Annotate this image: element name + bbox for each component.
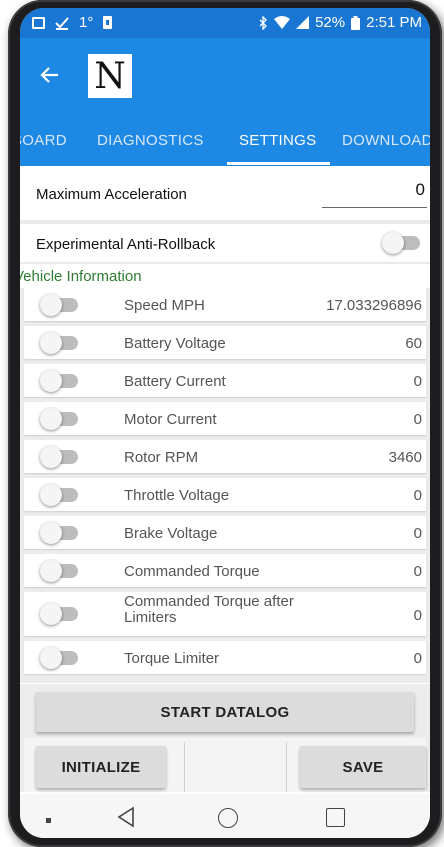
- battery-current-toggle[interactable]: [40, 370, 78, 392]
- rotor-rpm-toggle[interactable]: [40, 446, 78, 468]
- item-name: Commanded Torque: [124, 563, 260, 580]
- app-logo: N: [88, 54, 132, 98]
- list-item: Torque Limiter 0: [24, 641, 426, 674]
- toggle-knob: [40, 560, 62, 582]
- temperature-label: 1°: [79, 14, 94, 31]
- item-name: Battery Voltage: [124, 335, 226, 352]
- tab-board[interactable]: BOARD: [20, 132, 67, 149]
- item-name: Torque Limiter: [124, 650, 220, 667]
- commanded-torque-toggle[interactable]: [40, 560, 78, 582]
- phone-frame: 1° 52% 2:51 PM N OARD DIAGNOSTICS SETTIN…: [8, 0, 442, 847]
- nav-recents-icon[interactable]: [326, 808, 345, 827]
- initialize-button[interactable]: INITIALIZE: [36, 746, 166, 788]
- battery-voltage-toggle[interactable]: [40, 332, 78, 354]
- item-value: 0: [413, 525, 422, 542]
- tab-diagnostics[interactable]: DIAGNOSTICS: [97, 132, 204, 149]
- item-value: 0: [413, 487, 422, 504]
- start-datalog-button[interactable]: START DATALOG: [36, 692, 414, 732]
- list-item: Battery Current 0: [24, 364, 426, 397]
- list-item: Battery Voltage 60: [24, 326, 426, 359]
- tab-download[interactable]: DOWNLOAD: [342, 132, 430, 149]
- list-item: Speed MPH 17.033296896: [24, 288, 426, 321]
- anti-rollback-label: Experimental Anti-Rollback: [36, 236, 216, 253]
- item-name: Speed MPH: [124, 297, 205, 314]
- arrow-left-icon: [40, 67, 58, 83]
- list-item: Motor Current 0: [24, 402, 426, 435]
- app-bar: N: [20, 38, 430, 116]
- speed-mph-toggle[interactable]: [40, 294, 78, 316]
- item-value: 0: [413, 563, 422, 580]
- item-value: 0: [413, 411, 422, 428]
- item-name: Brake Voltage: [124, 525, 218, 542]
- item-name: Throttle Voltage: [124, 487, 230, 504]
- max-acceleration-label: Maximum Acceleration: [36, 186, 187, 203]
- tab-bar: BOARD DIAGNOSTICS SETTINGS DOWNLOAD: [20, 116, 430, 166]
- divider: [286, 742, 287, 792]
- back-button[interactable]: [38, 60, 68, 90]
- vehicle-info-list: Speed MPH 17.033296896 Battery Voltage 6…: [20, 288, 430, 683]
- list-item: Commanded Torque after Limiters 0: [24, 592, 426, 636]
- item-name: Rotor RPM: [124, 449, 199, 466]
- item-value: 0: [413, 650, 422, 667]
- item-name: Battery Current: [124, 373, 226, 390]
- toggle-knob: [40, 294, 62, 316]
- battery-notification-icon: [103, 16, 113, 29]
- active-tab-indicator: [227, 162, 330, 165]
- max-acceleration-row: Maximum Acceleration 0: [20, 168, 430, 220]
- item-value: 17.033296896: [326, 297, 422, 314]
- list-item: Throttle Voltage 0: [24, 478, 426, 511]
- nav-dot-icon: [46, 818, 51, 823]
- bluetooth-icon: [259, 15, 268, 30]
- motor-current-toggle[interactable]: [40, 408, 78, 430]
- cell-signal-icon: [296, 16, 310, 29]
- tab-settings[interactable]: SETTINGS: [239, 132, 316, 149]
- gallery-notification-icon: [32, 16, 45, 29]
- toggle-knob: [40, 408, 62, 430]
- nav-back-icon[interactable]: [116, 806, 136, 828]
- divider: [20, 262, 430, 264]
- item-name: Motor Current: [124, 411, 217, 428]
- toggle-knob: [40, 370, 62, 392]
- torque-limiter-toggle[interactable]: [40, 647, 78, 669]
- item-value: 0: [413, 373, 422, 390]
- item-value: 0: [413, 607, 422, 624]
- anti-rollback-toggle[interactable]: [382, 232, 420, 254]
- wifi-icon: [274, 16, 291, 29]
- toggle-knob: [382, 232, 404, 254]
- toggle-knob: [40, 522, 62, 544]
- clock: 2:51 PM: [366, 14, 422, 31]
- battery-percent: 52%: [315, 14, 346, 31]
- item-value: 3460: [388, 449, 422, 466]
- status-bar: 1° 52% 2:51 PM: [20, 8, 430, 38]
- nav-home-icon[interactable]: [218, 808, 238, 828]
- toggle-knob: [40, 603, 62, 625]
- vehicle-information-heading: Vehicle Information: [20, 268, 142, 285]
- screen: 1° 52% 2:51 PM N OARD DIAGNOSTICS SETTIN…: [20, 8, 430, 838]
- brake-voltage-toggle[interactable]: [40, 522, 78, 544]
- list-item: Rotor RPM 3460: [24, 440, 426, 473]
- toggle-knob: [40, 647, 62, 669]
- anti-rollback-row: Experimental Anti-Rollback: [20, 224, 430, 262]
- commanded-torque-after-limiters-toggle[interactable]: [40, 603, 78, 625]
- item-name: Commanded Torque after Limiters: [124, 593, 294, 626]
- throttle-voltage-toggle[interactable]: [40, 484, 78, 506]
- list-item: Brake Voltage 0: [24, 516, 426, 549]
- item-value: 60: [405, 335, 422, 352]
- toggle-knob: [40, 446, 62, 468]
- save-button[interactable]: SAVE: [300, 746, 426, 788]
- max-acceleration-input[interactable]: 0: [322, 180, 427, 208]
- toggle-knob: [40, 332, 62, 354]
- toggle-knob: [40, 484, 62, 506]
- system-nav-bar: [20, 794, 430, 838]
- list-item: Commanded Torque 0: [24, 554, 426, 587]
- download-complete-icon: [55, 16, 69, 30]
- battery-icon: [351, 15, 361, 30]
- divider: [184, 742, 185, 792]
- logo-letter: N: [94, 55, 126, 97]
